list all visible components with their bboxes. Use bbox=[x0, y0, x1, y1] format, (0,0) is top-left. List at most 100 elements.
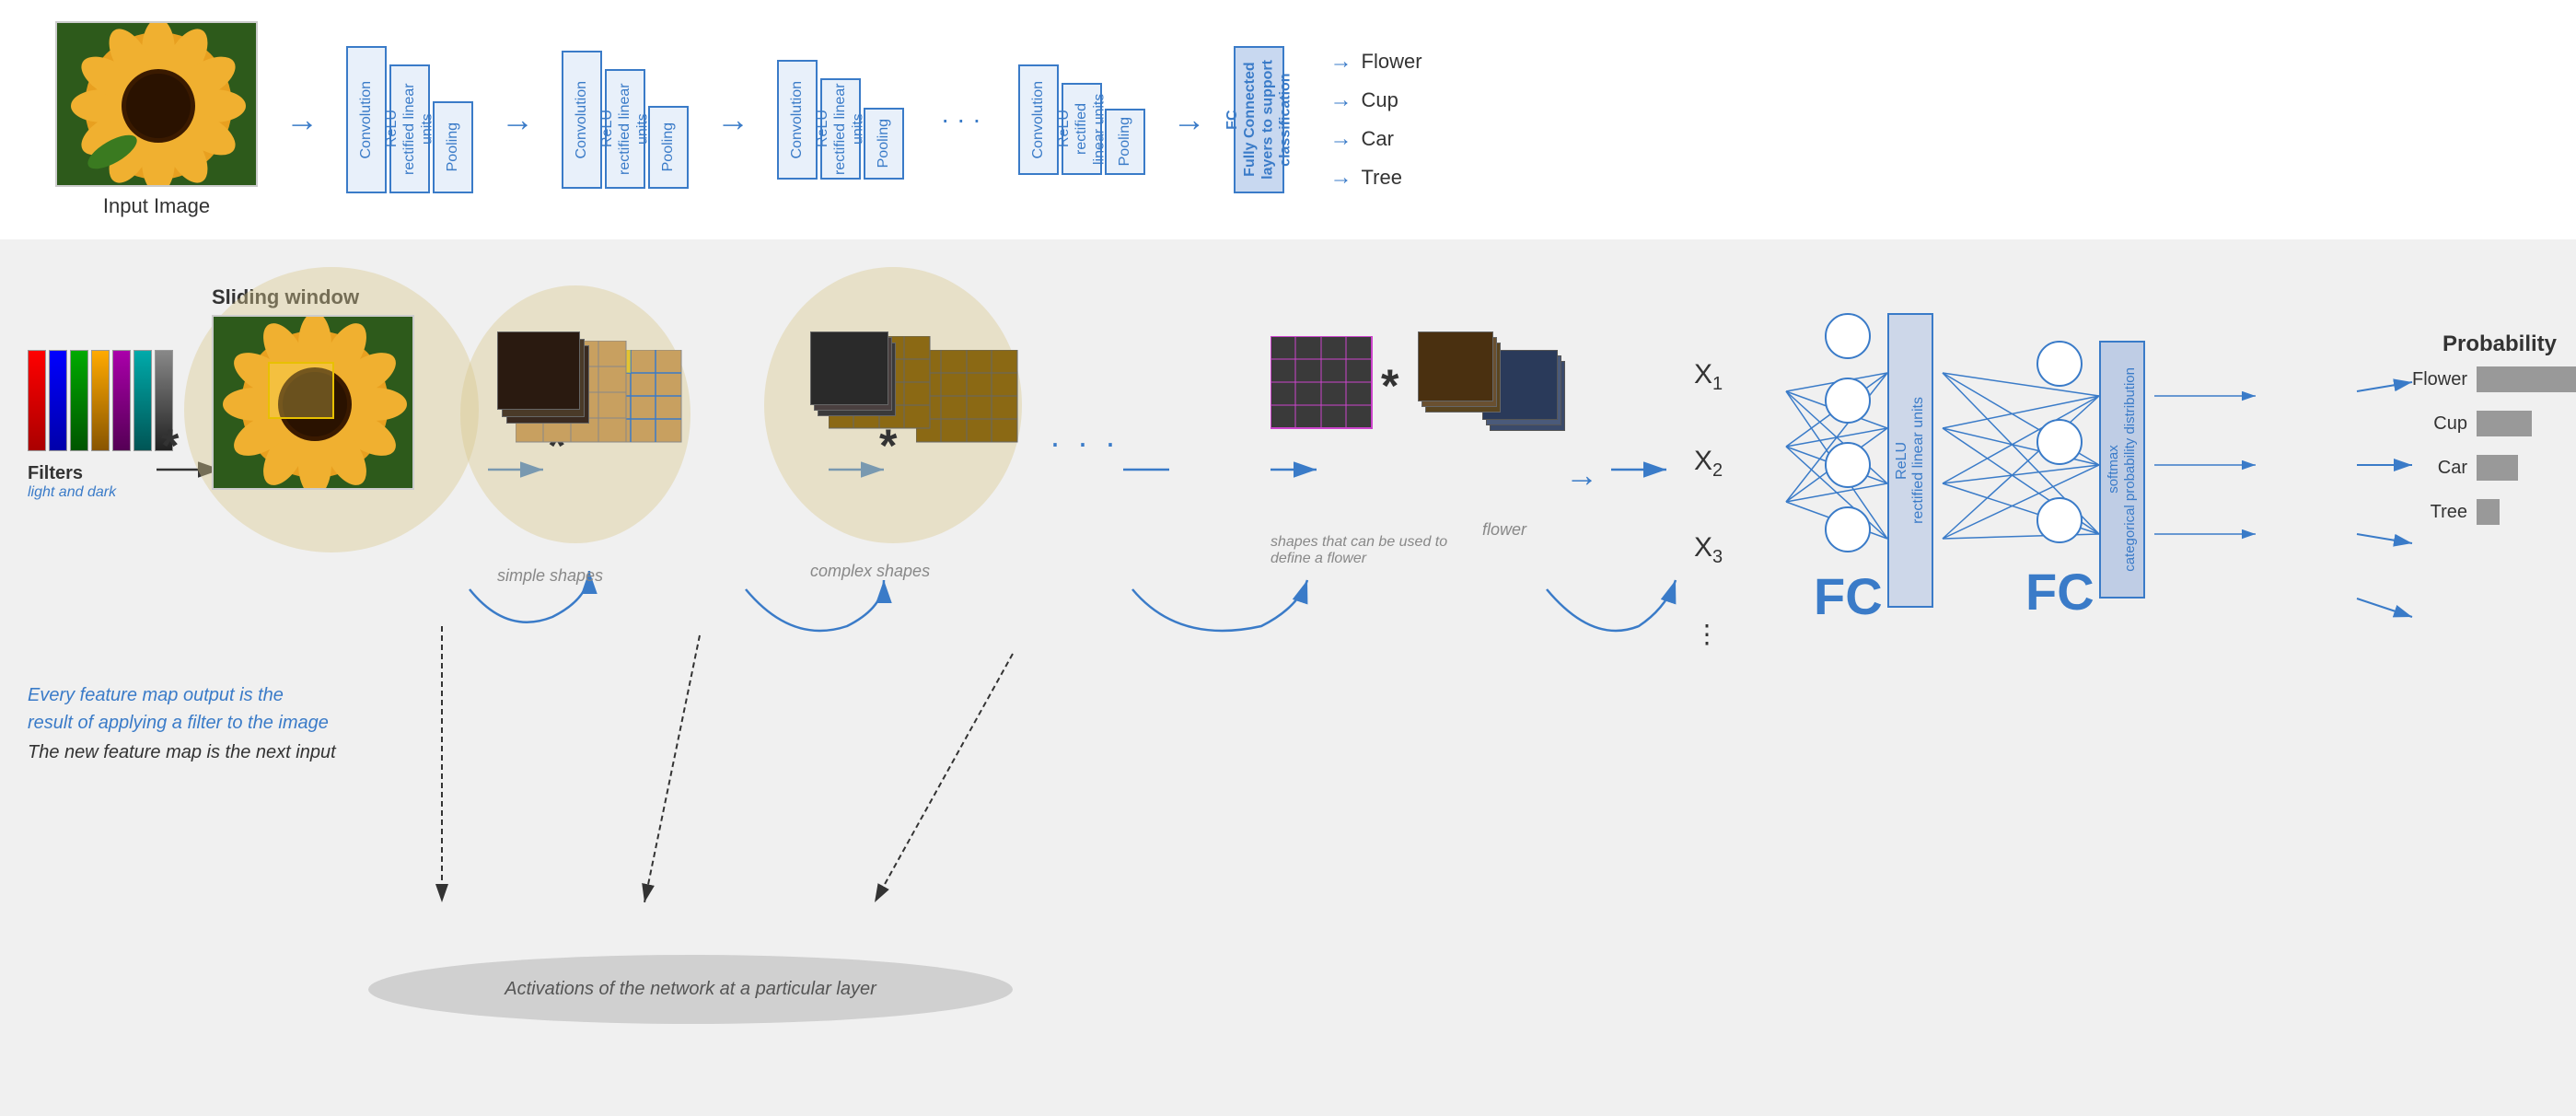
arrow-4: → bbox=[1173, 100, 1206, 139]
filters-strips bbox=[28, 350, 173, 451]
output-label-cup: Cup bbox=[1362, 88, 1398, 112]
output-flower: → Flower bbox=[1330, 49, 1422, 75]
relu-label-3: ReLUrectified linear units bbox=[814, 80, 867, 178]
relu-rect-3: ReLUrectified linear units bbox=[820, 78, 861, 180]
input-image-label: Input Image bbox=[103, 194, 210, 218]
fc2-container: softmaxcategorical probability distribut… bbox=[2025, 341, 2094, 622]
fc1-nodes bbox=[1814, 313, 1883, 552]
input-nodes: X1 X2 X3 ⋮ bbox=[1694, 359, 1723, 649]
relu-rect-1: ReLUrectified linear units bbox=[389, 64, 430, 193]
sliding-window-image bbox=[212, 315, 414, 490]
probability-title: Probability bbox=[2412, 331, 2576, 357]
x3-node: X3 bbox=[1694, 532, 1723, 568]
fc1-node-1 bbox=[1825, 313, 1871, 359]
prob-label-flower: Flower bbox=[2412, 369, 2467, 390]
filters-container: Filters light and dark bbox=[28, 350, 173, 501]
fc1-node-2 bbox=[1825, 378, 1871, 424]
relu-rect-4: ReLUrectified linear units bbox=[1062, 83, 1102, 175]
conv-rect-1: Convolution bbox=[346, 46, 387, 193]
fc2-node-1 bbox=[2036, 341, 2083, 387]
fm-stack-1 bbox=[497, 331, 603, 424]
pool-rect-3: Pooling bbox=[864, 108, 904, 180]
filters-label-container: Filters light and dark bbox=[28, 459, 116, 501]
feature-maps-3: * shapes that can be used to define a fl… bbox=[1271, 322, 1501, 567]
pool-label-4: Pooling bbox=[1116, 117, 1133, 166]
prob-bar-cup bbox=[2477, 411, 2532, 436]
flower-shapes-label: shapes that can be used to define a flow… bbox=[1271, 534, 1455, 567]
top-section: Input Image → Convolution ReLUrectified … bbox=[0, 0, 2576, 239]
fc2-node-2 bbox=[2036, 419, 2083, 465]
flow-dots: · · · bbox=[1050, 424, 1120, 462]
feature-label-flower: flower bbox=[1482, 520, 1565, 540]
filter-orange bbox=[91, 350, 110, 451]
softmax-box: softmaxcategorical probability distribut… bbox=[2099, 341, 2145, 599]
relu-box: ReLUrectified linear units bbox=[1887, 313, 1933, 608]
cnn-block-1: Convolution ReLUrectified linear units P… bbox=[346, 46, 473, 193]
pool-rect-2: Pooling bbox=[648, 106, 689, 189]
conv-rect-3: Convolution bbox=[777, 60, 818, 180]
conv-rect-4: Convolution bbox=[1018, 64, 1059, 175]
filter-green bbox=[70, 350, 88, 451]
fc2-node-3 bbox=[2036, 497, 2083, 543]
simple-shapes-label: simple shapes bbox=[497, 566, 603, 586]
pool-label-1: Pooling bbox=[444, 122, 461, 171]
cnn-block-4: Convolution ReLUrectified linear units P… bbox=[1018, 64, 1145, 175]
relu-label-4: ReLUrectified linear units bbox=[1055, 85, 1108, 173]
output-label-car: Car bbox=[1362, 127, 1394, 151]
pool-rect-4: Pooling bbox=[1105, 109, 1145, 175]
arrow-to-nn: → bbox=[1565, 456, 1598, 494]
output-labels: → Flower → Cup → Car → Tree bbox=[1330, 49, 1422, 191]
prob-label-car: Car bbox=[2412, 458, 2467, 479]
complex-shapes-label: complex shapes bbox=[810, 562, 930, 581]
annotation-black: The new feature map is the next input bbox=[28, 742, 336, 763]
asterisk-1: * bbox=[161, 419, 179, 472]
fc-label-top: FCFully Connectedlayers to supportclassi… bbox=[1224, 60, 1294, 180]
filter-red bbox=[28, 350, 46, 451]
output-arrow-cup: → bbox=[1330, 87, 1352, 113]
feature-maps-1: simple shapes bbox=[497, 331, 603, 586]
annotation-line2: result of applying a filter to the image bbox=[28, 713, 329, 733]
output-arrow-tree: → bbox=[1330, 165, 1352, 191]
pool-label-2: Pooling bbox=[659, 122, 677, 171]
prob-bar-car bbox=[2477, 455, 2518, 481]
x2-node: X2 bbox=[1694, 446, 1723, 482]
relu-label-bottom: ReLUrectified linear units bbox=[1894, 397, 1927, 524]
output-label-tree: Tree bbox=[1362, 166, 1402, 190]
filters-sublabel: light and dark bbox=[28, 484, 116, 501]
relu-label-2: ReLUrectified linear units bbox=[598, 71, 652, 187]
pool-label-3: Pooling bbox=[875, 119, 892, 168]
fc2-label: FC bbox=[2025, 562, 2094, 622]
fc1-node-3 bbox=[1825, 442, 1871, 488]
fm-stack-2 bbox=[810, 331, 930, 414]
fc-block: FCFully Connectedlayers to supportclassi… bbox=[1234, 46, 1284, 193]
prob-row-flower: Flower bbox=[2412, 366, 2576, 392]
relu-rect-2: ReLUrectified linear units bbox=[605, 69, 645, 189]
output-arrow-flower: → bbox=[1330, 49, 1352, 75]
annotation-container: Every feature map output is the result o… bbox=[28, 681, 336, 763]
prob-row-tree: Tree bbox=[2412, 499, 2576, 525]
prob-bar-tree bbox=[2477, 499, 2500, 525]
output-arrow-car: → bbox=[1330, 126, 1352, 152]
annotation-blue: Every feature map output is the result o… bbox=[28, 681, 336, 737]
softmax-label: softmaxcategorical probability distribut… bbox=[2106, 367, 2139, 572]
prob-label-cup: Cup bbox=[2412, 413, 2467, 435]
output-car: → Car bbox=[1330, 126, 1422, 152]
prob-bar-flower bbox=[2477, 366, 2576, 392]
conv-label-3: Convolution bbox=[788, 81, 806, 159]
prob-label-tree: Tree bbox=[2412, 502, 2467, 523]
cnn-block-3: Convolution ReLUrectified linear units P… bbox=[777, 60, 904, 180]
conv-label-4: Convolution bbox=[1029, 81, 1047, 159]
fc1-label: FC bbox=[1814, 566, 1883, 626]
prob-rows: Flower Cup Car Tree bbox=[2412, 366, 2576, 525]
filter-purple bbox=[112, 350, 131, 451]
probability-container: Probability Flower Cup Car Tree bbox=[2412, 331, 2576, 525]
sliding-window-container: Sliding window bbox=[212, 285, 414, 490]
activations-ellipse: Activations of the network at a particul… bbox=[368, 955, 1013, 1024]
dots-1: · · · bbox=[941, 105, 981, 134]
input-image-container: Input Image bbox=[55, 21, 258, 218]
filter-teal bbox=[133, 350, 152, 451]
conv-label-1: Convolution bbox=[357, 81, 375, 159]
filters-label: Filters bbox=[28, 463, 116, 484]
prob-row-cup: Cup bbox=[2412, 411, 2576, 436]
cnn-block-2: Convolution ReLUrectified linear units P… bbox=[562, 51, 689, 189]
